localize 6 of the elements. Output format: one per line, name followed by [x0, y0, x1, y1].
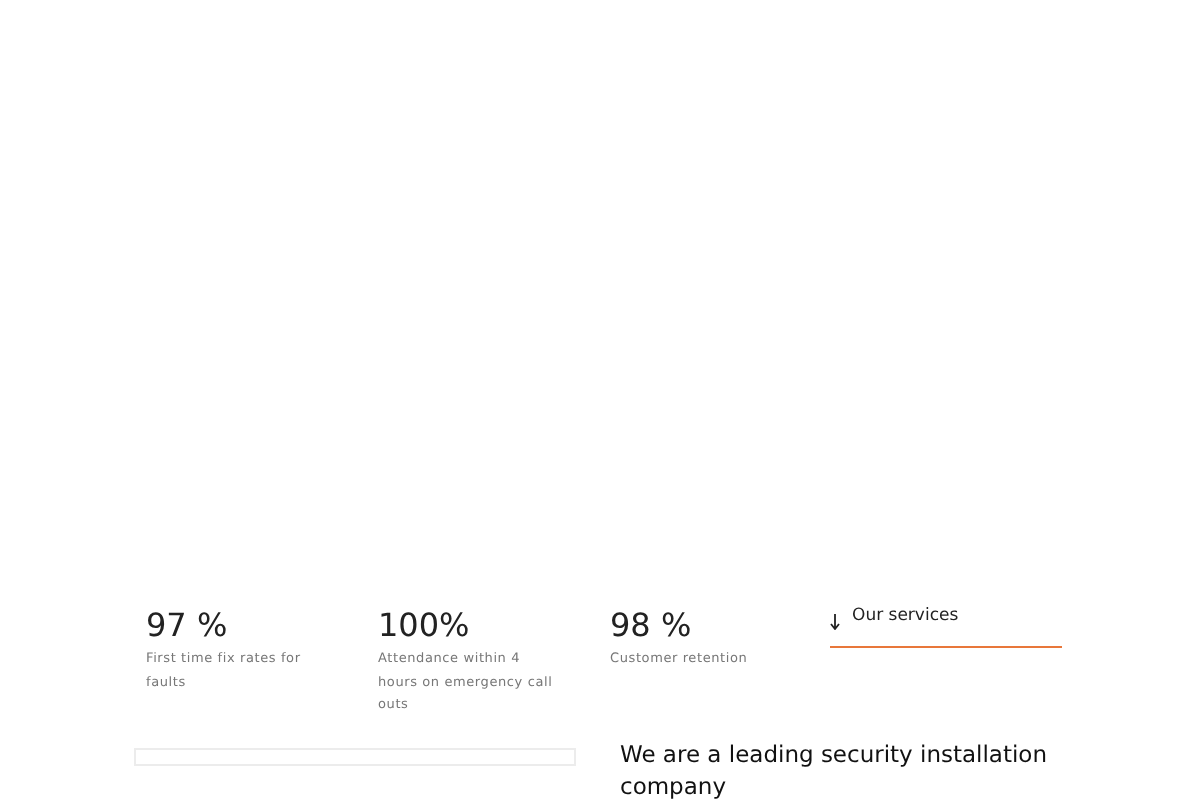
our-services-link[interactable]: Our services: [830, 606, 1062, 648]
stat-value: 97 %: [146, 606, 228, 646]
stat-value: 98 %: [610, 606, 692, 646]
down-arrow-icon: [830, 614, 840, 630]
section-heading: We are a leading security installation company: [620, 738, 1050, 800]
stat-value: 100%: [378, 606, 470, 646]
